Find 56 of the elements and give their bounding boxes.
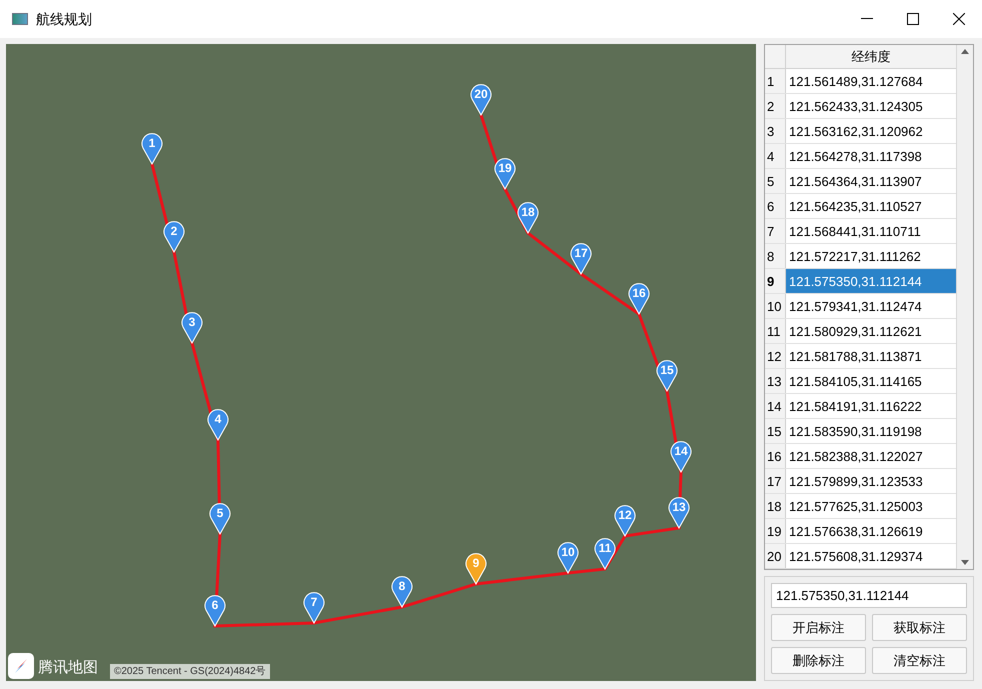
table-cell[interactable]: 121.561489,31.127684 [786,69,956,93]
table-cell[interactable]: 121.576638,31.126619 [786,519,956,543]
action-button[interactable]: 开启标注 [771,614,866,641]
table-cell[interactable]: 121.579341,31.112474 [786,294,956,318]
map-logo-text: 腾讯地图 [38,658,98,678]
table-cell[interactable]: 121.575608,31.129374 [786,544,956,568]
map-copyright: ©2025 Tencent - GS(2024)4842号 [110,664,270,679]
action-button[interactable]: 清空标注 [872,647,967,674]
minimize-icon [861,18,873,20]
scrollbar[interactable] [956,45,973,569]
row-header[interactable]: 10 [765,294,786,318]
row-header[interactable]: 18 [765,494,786,518]
row-header[interactable]: 16 [765,444,786,468]
table-cell[interactable]: 121.579899,31.123533 [786,469,956,493]
app-icon [12,13,28,25]
row-header[interactable]: 1 [765,69,786,93]
table-cell[interactable]: 121.564235,31.110527 [786,194,956,218]
row-header[interactable]: 11 [765,319,786,343]
action-button[interactable]: 获取标注 [872,614,967,641]
scroll-up-icon[interactable] [961,49,969,54]
row-header[interactable]: 6 [765,194,786,218]
compass-logo-icon [8,653,34,679]
row-header[interactable]: 19 [765,519,786,543]
action-button[interactable]: 删除标注 [771,647,866,674]
scroll-down-icon[interactable] [961,560,969,565]
table-cell[interactable]: 121.575350,31.112144 [786,269,956,293]
table-cell[interactable]: 121.564364,31.113907 [786,169,956,193]
row-header[interactable]: 3 [765,119,786,143]
row-header[interactable]: 20 [765,544,786,568]
row-header[interactable]: 2 [765,94,786,118]
row-header[interactable]: 4 [765,144,786,168]
window-title: 航线规划 [36,10,92,28]
row-header[interactable]: 9 [765,269,786,293]
table-cell[interactable]: 121.563162,31.120962 [786,119,956,143]
row-header[interactable]: 12 [765,344,786,368]
table-cell[interactable]: 121.584105,31.114165 [786,369,956,393]
row-header[interactable]: 7 [765,219,786,243]
table-cell[interactable]: 121.568441,31.110711 [786,219,956,243]
table-cell[interactable]: 121.583590,31.119198 [786,419,956,443]
maximize-icon [907,13,919,25]
table-cell[interactable]: 121.582388,31.122027 [786,444,956,468]
row-header[interactable]: 8 [765,244,786,268]
table-cell[interactable]: 121.577625,31.125003 [786,494,956,518]
table-cell[interactable]: 121.572217,31.111262 [786,244,956,268]
table-cell[interactable]: 121.564278,31.117398 [786,144,956,168]
coordinate-field[interactable]: 121.575350,31.112144 [771,583,967,608]
table-cell[interactable]: 121.562433,31.124305 [786,94,956,118]
row-header[interactable]: 17 [765,469,786,493]
close-icon [953,13,965,25]
row-header[interactable]: 5 [765,169,786,193]
row-header[interactable]: 14 [765,394,786,418]
table-cell[interactable]: 121.580929,31.112621 [786,319,956,343]
table-cell[interactable]: 121.581788,31.113871 [786,344,956,368]
table-cell[interactable]: 121.584191,31.116222 [786,394,956,418]
row-header[interactable]: 15 [765,419,786,443]
row-header[interactable]: 13 [765,369,786,393]
